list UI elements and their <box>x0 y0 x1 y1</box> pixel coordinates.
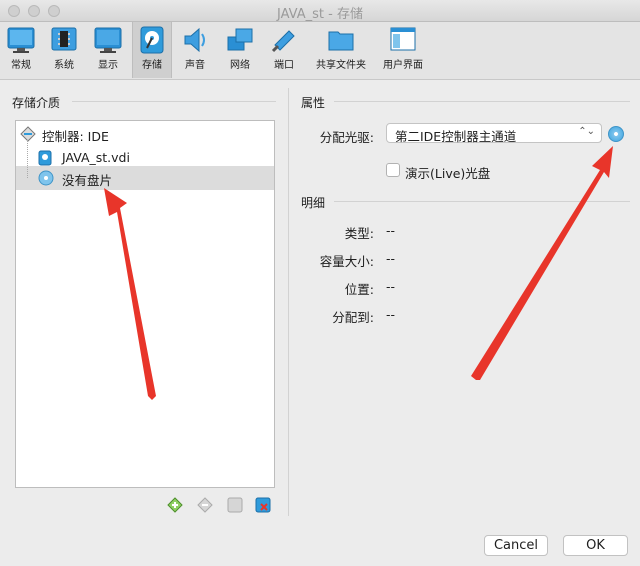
detail-location-value: -- <box>386 279 396 294</box>
chip-icon <box>51 27 77 51</box>
attributes-title: 属性 <box>301 96 326 110</box>
detail-attached-label: 分配到: <box>332 310 374 325</box>
tab-network[interactable]: 网络 <box>220 22 260 78</box>
remove-attachment-icon[interactable] <box>254 496 272 514</box>
tab-user-interface[interactable]: 用户界面 <box>378 22 428 78</box>
tab-general[interactable]: 常规 <box>2 22 40 78</box>
tree-item-controller[interactable]: 控制器: IDE <box>16 122 274 146</box>
display-icon <box>94 27 122 53</box>
detail-size-label: 容量大小: <box>319 254 374 269</box>
divider <box>72 101 276 102</box>
tab-shared-folders[interactable]: 共享文件夹 <box>312 22 370 78</box>
detail-size-value: -- <box>386 251 396 266</box>
live-cd-checkbox[interactable] <box>386 163 400 177</box>
divider <box>334 201 630 202</box>
cancel-button[interactable]: Cancel <box>484 535 548 556</box>
hard-disk-icon <box>140 26 164 54</box>
ok-button[interactable]: OK <box>563 535 628 556</box>
folder-icon <box>328 31 354 51</box>
detail-type-value: -- <box>386 223 396 238</box>
chevron-up-down-icon: ⌃⌄ <box>578 126 595 137</box>
tab-audio[interactable]: 声音 <box>176 22 214 78</box>
tree-connector <box>27 140 28 178</box>
tab-system[interactable]: 系统 <box>45 22 83 78</box>
panel-separator <box>288 88 289 516</box>
window-icon <box>390 27 416 51</box>
tab-ports[interactable]: 端口 <box>265 22 303 78</box>
title-bar: JAVA_st - 存储 <box>0 0 640 22</box>
add-attachment-icon[interactable] <box>226 496 244 514</box>
optical-disc-icon <box>38 170 54 186</box>
tree-item-empty-disc[interactable]: 没有盘片 <box>16 166 274 190</box>
remove-controller-icon[interactable] <box>196 496 214 514</box>
divider <box>334 101 630 102</box>
hard-disk-icon <box>38 150 52 166</box>
serial-port-icon <box>271 30 295 53</box>
choose-disc-icon[interactable] <box>608 126 624 142</box>
storage-tree[interactable]: 控制器: IDE JAVA_st.vdi 没有盘片 <box>15 120 275 488</box>
storage-media-title: 存储介质 <box>12 96 61 110</box>
detail-attached-value: -- <box>386 307 396 322</box>
network-icon <box>227 28 253 51</box>
window-title: JAVA_st - 存储 <box>277 7 363 22</box>
tab-display[interactable]: 显示 <box>89 22 127 78</box>
add-controller-icon[interactable] <box>166 496 184 514</box>
annotation-arrow-right <box>471 146 613 380</box>
details-title: 明细 <box>301 196 326 210</box>
drive-label: 分配光驱: <box>319 130 374 145</box>
live-cd-label: 演示(Live)光盘 <box>405 166 491 181</box>
optical-drive-select[interactable]: 第二IDE控制器主通道 ⌃⌄ <box>386 123 602 144</box>
detail-location-label: 位置: <box>344 282 374 297</box>
detail-type-label: 类型: <box>344 226 374 241</box>
monitor-icon <box>7 27 35 53</box>
controller-icon <box>20 126 36 142</box>
settings-toolbar: 常规 系统 显示 存储 声音 网络 端口 共享文件夹 用户界面 <box>0 22 640 80</box>
tab-storage[interactable]: 存储 <box>132 22 172 78</box>
speaker-icon <box>184 27 205 53</box>
